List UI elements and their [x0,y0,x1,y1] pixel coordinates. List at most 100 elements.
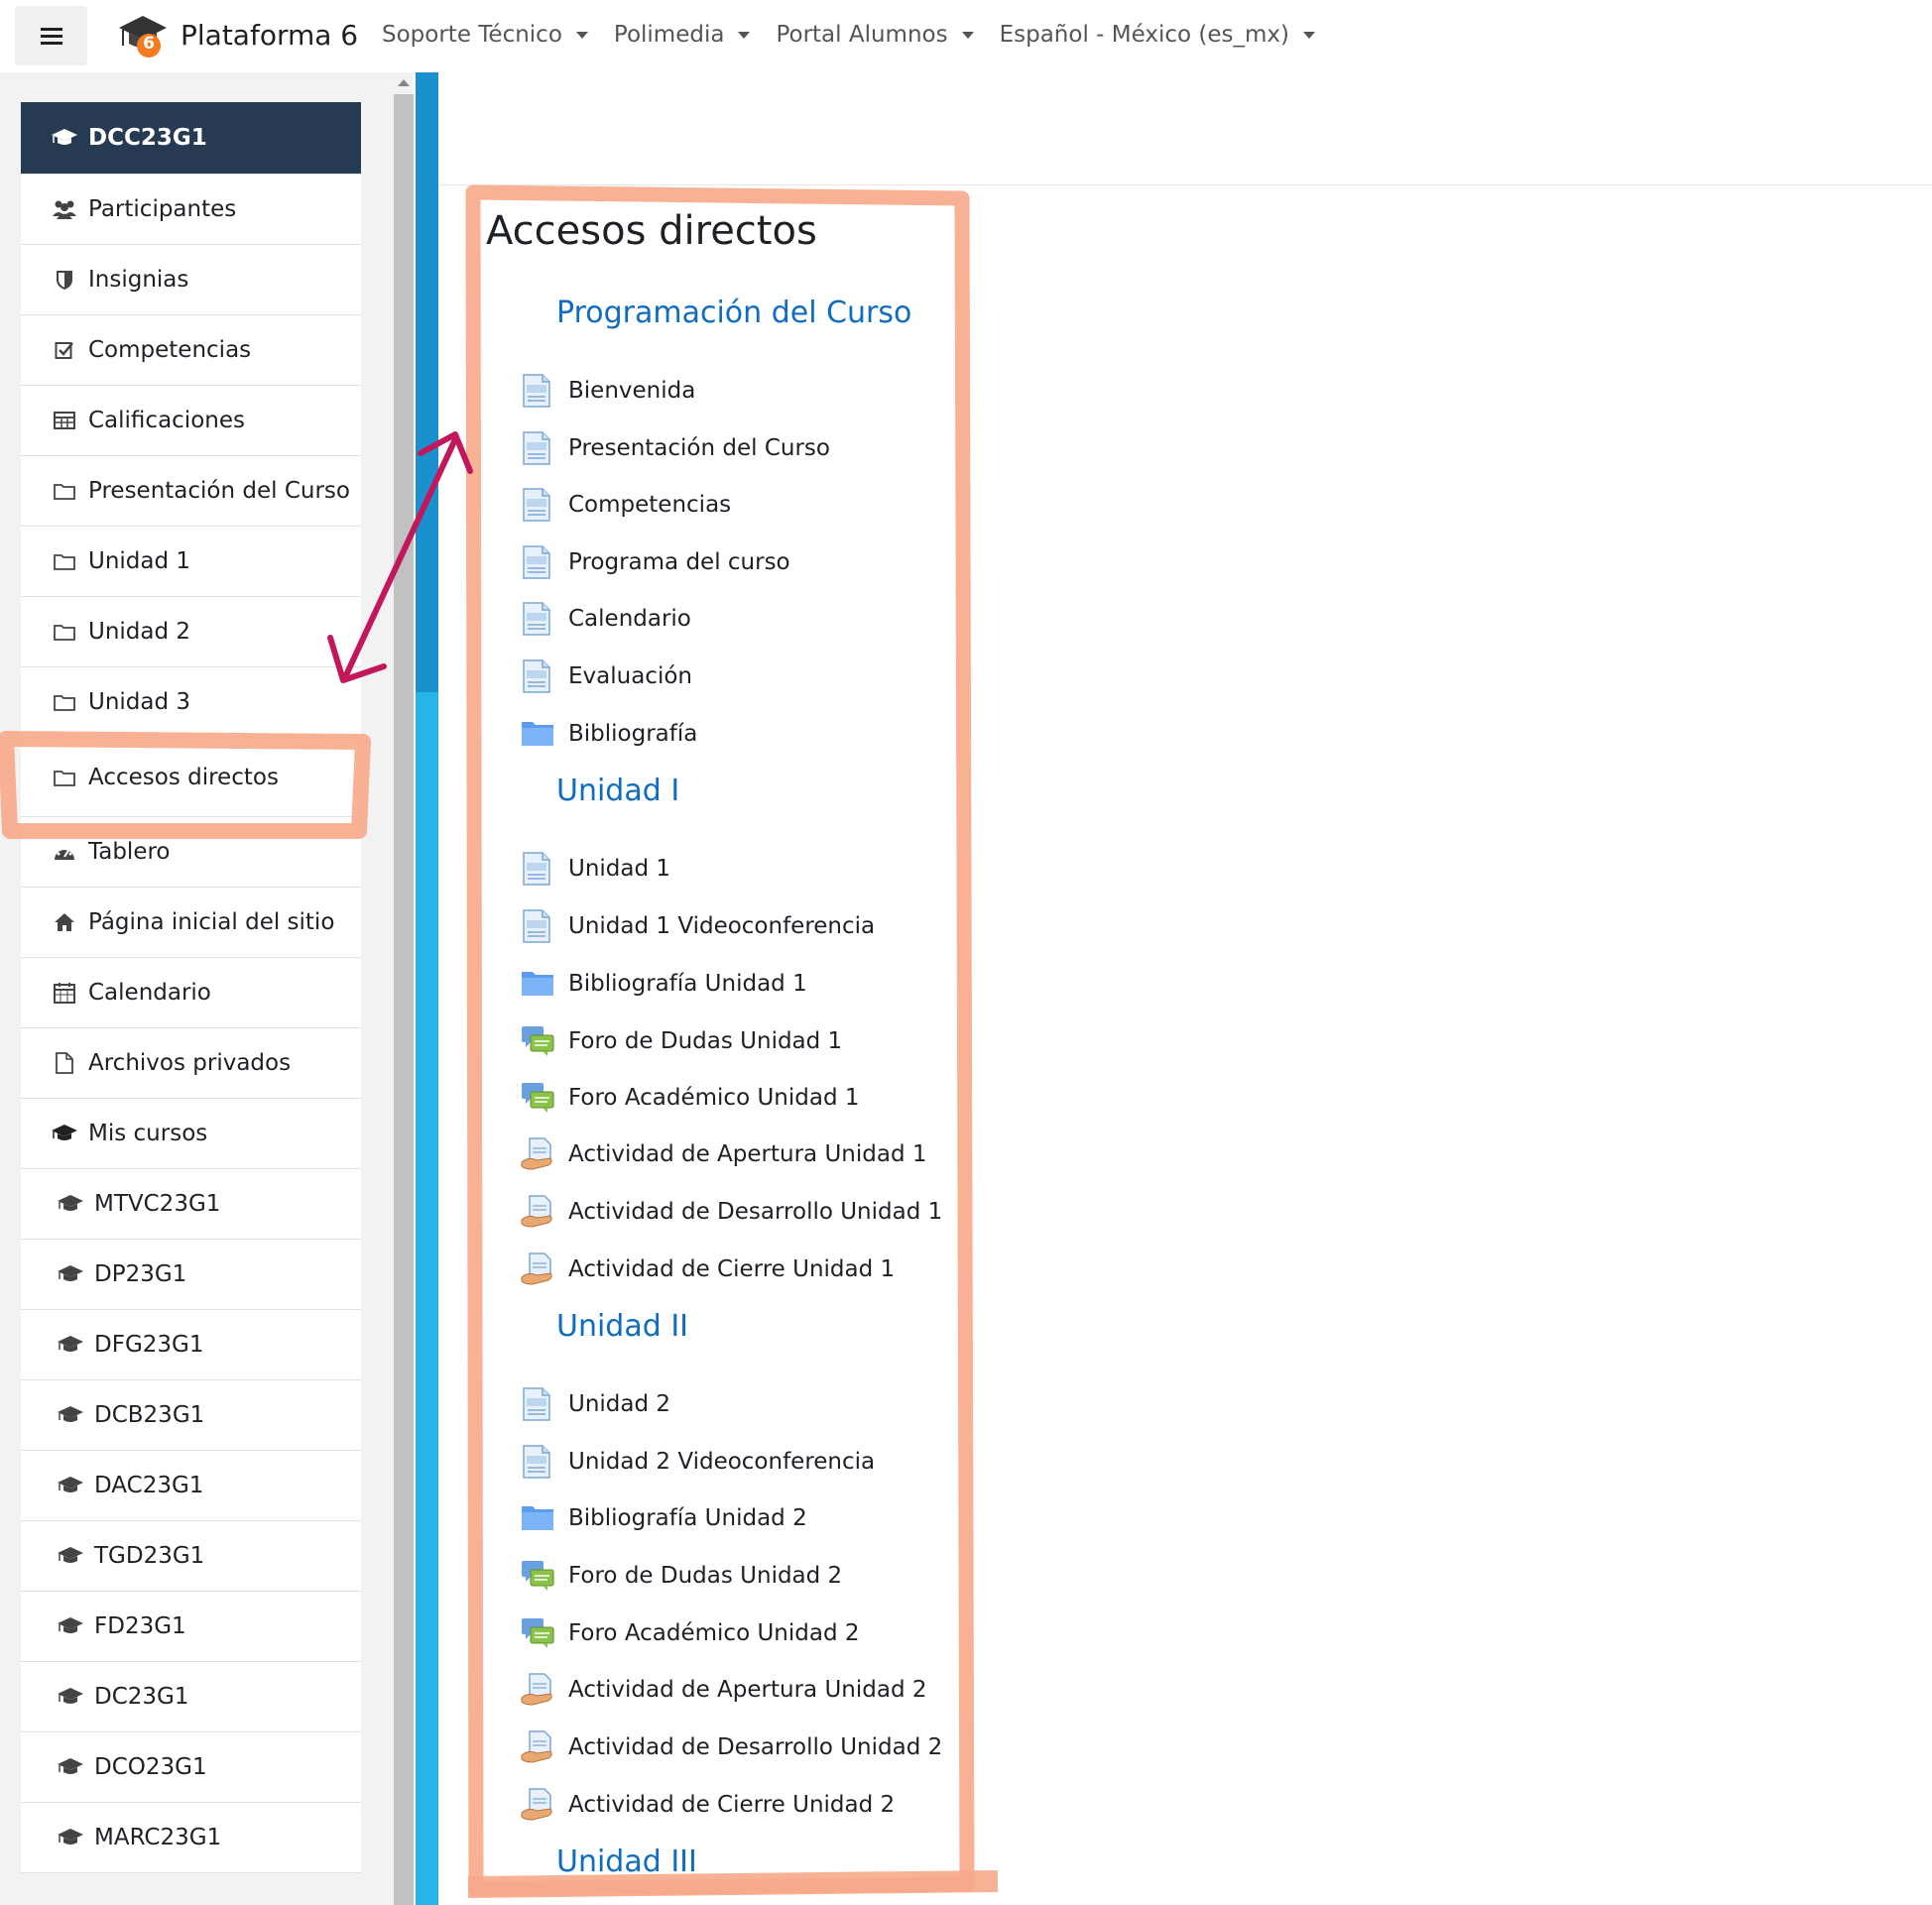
assignment-icon [521,1136,554,1172]
activity-link[interactable]: Unidad 2 Videoconferencia [521,1444,875,1480]
menu-icon [40,27,62,45]
activity-label: Evaluación [568,663,692,689]
sidebar-item-unidad-1[interactable]: Unidad 1 [21,527,361,597]
graduation-cap-icon [51,1124,78,1143]
section-title[interactable]: Programación del Curso [556,296,911,330]
activity-label: Bienvenida [568,378,696,404]
activity-link[interactable]: Calendario [521,601,691,637]
scroll-up-arrow-icon[interactable] [398,79,410,86]
forum-icon [521,1615,554,1651]
activity-link[interactable]: Foro Académico Unidad 2 [521,1615,860,1651]
file-icon [51,1052,78,1074]
language-menu[interactable]: Español - México (es_mx) [1000,22,1315,48]
sidebar-item-archivos-privados[interactable]: Archivos privados [21,1028,361,1099]
sidebar-item-accesos-directos[interactable]: Accesos directos [21,738,361,817]
activity-link[interactable]: Foro de Dudas Unidad 1 [521,1023,842,1059]
page-icon [521,851,554,887]
sidebar-item-course-link[interactable]: MTVC23G1 [21,1169,361,1240]
sidebar-item-course-link[interactable]: TGD23G1 [21,1521,361,1592]
drawer-scrollbar-thumb[interactable] [394,94,414,1905]
activity-label: Actividad de Cierre Unidad 1 [568,1256,896,1282]
activity-link[interactable]: Actividad de Desarrollo Unidad 1 [521,1194,942,1230]
sidebar-item-course-link[interactable]: DAC23G1 [21,1451,361,1521]
activity-label: Unidad 1 [568,856,671,882]
brand[interactable]: 6 Plataforma 6 [117,10,358,60]
dashboard-icon [51,842,78,862]
sidebar-item-calificaciones[interactable]: Calificaciones [21,386,361,456]
sidebar-item-unidad-2[interactable]: Unidad 2 [21,597,361,667]
activity-label: Foro Académico Unidad 2 [568,1620,860,1646]
activity-link[interactable]: Competencias [521,487,731,523]
sidebar-item-course-link[interactable]: DFG23G1 [21,1310,361,1380]
activity-link[interactable]: Presentación del Curso [521,430,830,466]
activity-link[interactable]: Unidad 1 Videoconferencia [521,908,875,944]
activity-link[interactable]: Bibliografía [521,716,697,752]
graduation-cap-icon [57,1828,84,1847]
activity-link[interactable]: Evaluación [521,658,692,694]
sidebar-item-course-link[interactable]: DCB23G1 [21,1380,361,1451]
section-title[interactable]: Unidad III [556,1845,697,1879]
sidebar-item-label: DAC23G1 [94,1473,204,1498]
caret-down-icon [738,31,751,39]
activity-label: Foro Académico Unidad 1 [568,1085,860,1111]
activity-link[interactable]: Actividad de Apertura Unidad 2 [521,1672,927,1708]
activity-link[interactable]: Foro de Dudas Unidad 2 [521,1558,842,1594]
section-title[interactable]: Unidad I [556,774,679,808]
sidebar-item-course-link[interactable]: MARC23G1 [21,1803,361,1873]
folder-icon [51,769,78,786]
sidebar-item-presentacion[interactable]: Presentación del Curso [21,456,361,527]
forum-icon [521,1080,554,1116]
activity-link[interactable]: Actividad de Desarrollo Unidad 2 [521,1729,942,1765]
sidebar-item-mis-cursos[interactable]: Mis cursos [21,1099,361,1169]
sidebar-item-label: Unidad 1 [88,548,191,574]
sidebar-item-course-link[interactable]: FD23G1 [21,1592,361,1662]
menu-label: Soporte Técnico [382,22,562,48]
section-title[interactable]: Unidad II [556,1309,688,1344]
folder-blue-icon [521,966,554,1002]
activity-link[interactable]: Unidad 2 [521,1386,670,1422]
drawer-toggle-button[interactable] [15,6,87,65]
activity-link[interactable]: Bibliografía Unidad 2 [521,1500,807,1536]
sidebar-item-tablero[interactable]: Tablero [21,817,361,888]
activity-label: Bibliografía [568,721,698,747]
sidebar-item-calendario[interactable]: Calendario [21,958,361,1028]
menu-soporte-tecnico[interactable]: Soporte Técnico [382,22,588,48]
side-accent-strip [416,72,438,692]
menu-polimedia[interactable]: Polimedia [614,22,751,48]
folder-icon [51,693,78,711]
activity-link[interactable]: Actividad de Cierre Unidad 1 [521,1251,895,1287]
sidebar-item-pagina-inicial[interactable]: Página inicial del sitio [21,888,361,958]
page-icon [521,601,554,637]
table-icon [51,412,78,429]
sidebar-item-label: Página inicial del sitio [88,909,335,935]
side-accent-strip [416,692,438,1905]
sidebar-item-insignias[interactable]: Insignias [21,245,361,315]
activity-link[interactable]: Actividad de Cierre Unidad 2 [521,1787,895,1823]
forum-icon [521,1023,554,1059]
activity-link[interactable]: Bienvenida [521,373,695,409]
sidebar-item-competencias[interactable]: Competencias [21,315,361,386]
graduation-cap-icon [51,128,78,148]
folder-icon [51,552,78,570]
activity-label: Unidad 1 Videoconferencia [568,913,876,939]
activity-link[interactable]: Unidad 1 [521,851,670,887]
sidebar-item-label: DCO23G1 [94,1754,207,1780]
menu-portal-alumnos[interactable]: Portal Alumnos [776,22,974,48]
sidebar-item-course[interactable]: DCC23G1 [21,102,361,175]
activity-link[interactable]: Actividad de Apertura Unidad 1 [521,1136,927,1172]
sidebar-item-label: MTVC23G1 [94,1191,221,1217]
graduation-cap-icon [57,1476,84,1495]
sidebar-item-label: Unidad 2 [88,619,191,645]
sidebar-item-unidad-3[interactable]: Unidad 3 [21,667,361,738]
activity-link[interactable]: Programa del curso [521,544,790,580]
calendar-icon [51,982,78,1004]
sidebar-item-course-link[interactable]: DC23G1 [21,1662,361,1732]
graduation-cap-icon [57,1194,84,1214]
sidebar-item-participantes[interactable]: Participantes [21,175,361,245]
sidebar-item-course-link[interactable]: DP23G1 [21,1240,361,1310]
assignment-icon [521,1194,554,1230]
activity-link[interactable]: Bibliografía Unidad 1 [521,966,807,1002]
sidebar-item-course-link[interactable]: DCO23G1 [21,1732,361,1803]
graduation-cap-icon [57,1264,84,1284]
activity-link[interactable]: Foro Académico Unidad 1 [521,1080,860,1116]
